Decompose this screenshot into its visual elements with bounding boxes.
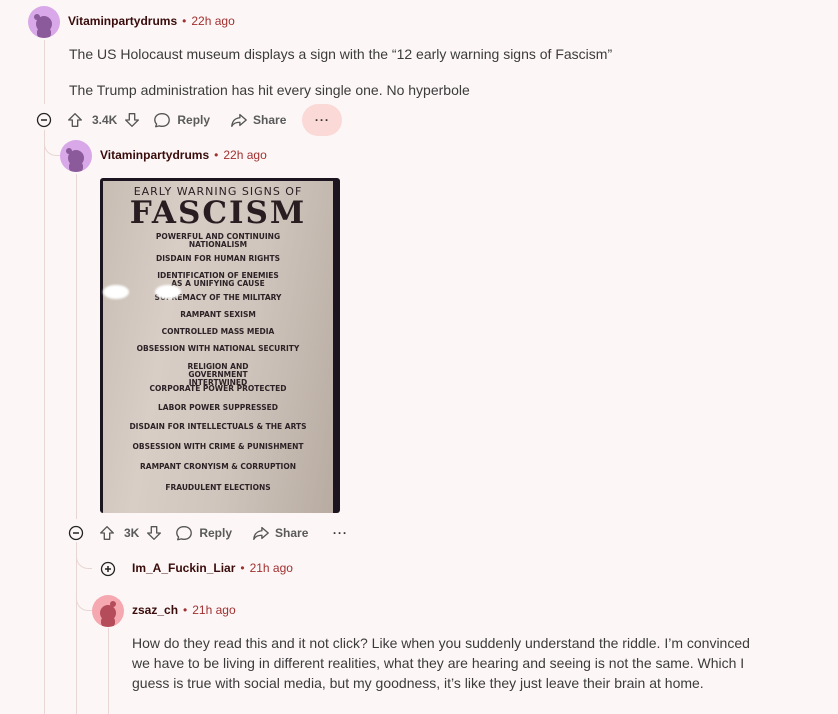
thread-connector <box>76 580 92 611</box>
sign-item: IDENTIFICATION OF ENEMIES AS A UNIFYING … <box>157 271 279 288</box>
timestamp[interactable]: 21h ago <box>250 561 293 575</box>
reply-icon <box>154 113 171 128</box>
timestamp[interactable]: 21h ago <box>192 603 235 617</box>
comment-paragraph: The Trump administration has hit every s… <box>69 82 470 98</box>
thread-line-level-2-continued <box>76 548 77 714</box>
sign-item: OBSESSION WITH NATIONAL SECURITY <box>136 344 300 353</box>
score: 3K <box>124 526 140 540</box>
thread-line-level-3 <box>108 628 109 714</box>
avatar[interactable] <box>92 595 124 627</box>
avatar[interactable] <box>28 6 60 38</box>
sign-item: RAMPANT CRONYISM & CORRUPTION <box>139 462 297 471</box>
comment-paragraph: The US Holocaust museum displays a sign … <box>69 46 613 62</box>
comment-actions: 3.4K Reply Share ··· <box>66 104 343 136</box>
collapse-button[interactable] <box>68 525 84 541</box>
light-glare <box>155 285 181 299</box>
collapse-button[interactable] <box>36 112 52 128</box>
upvote-button[interactable] <box>66 104 88 136</box>
upvote-icon <box>100 526 114 540</box>
light-glare <box>103 285 129 299</box>
timestamp[interactable]: 22h ago <box>223 148 266 162</box>
thread-line-level-1-continued <box>44 136 45 714</box>
collapse-icon <box>68 525 84 541</box>
sign-item: CORPORATE POWER PROTECTED <box>149 384 287 393</box>
sign-item: SUPREMACY OF THE MILITARY <box>154 293 282 302</box>
username[interactable]: Im_A_Fuckin_Liar <box>132 561 235 575</box>
reply-label: Reply <box>199 526 233 540</box>
comment-actions: 3K Reply Share ··· <box>98 517 360 549</box>
reply-button[interactable]: Reply <box>175 517 232 549</box>
sign-item: DISDAIN FOR INTELLECTUALS & THE ARTS <box>129 422 307 431</box>
sign-list: POWERFUL AND CONTINUING NATIONALISM DISD… <box>103 233 333 502</box>
timestamp[interactable]: 22h ago <box>191 14 234 28</box>
share-button[interactable]: Share <box>230 104 286 136</box>
sign-item: LABOR POWER SUPPRESSED <box>158 403 278 412</box>
sign-item: CONTROLLED MASS MEDIA <box>161 327 275 336</box>
username[interactable]: Vitaminpartydrums <box>68 14 177 28</box>
sign-item: DISDAIN FOR HUMAN RIGHTS <box>155 254 281 263</box>
sign-item: POWERFUL AND CONTINUING NATIONALISM <box>155 232 281 249</box>
expand-icon <box>100 561 116 577</box>
snoo-avatar-icon <box>60 140 92 172</box>
comment-image[interactable]: EARLY WARNING SIGNS OF FASCISM POWERFUL … <box>100 178 340 513</box>
more-icon: ··· <box>314 113 330 127</box>
score: 3.4K <box>92 113 118 127</box>
thread-line-level-2 <box>76 174 77 519</box>
separator-dot: • <box>182 14 187 28</box>
comment-meta: Im_A_Fuckin_Liar • 21h ago <box>132 561 293 575</box>
comment-meta: Vitaminpartydrums • 22h ago <box>68 14 235 28</box>
reply-button[interactable]: Reply <box>153 104 210 136</box>
downvote-button[interactable] <box>123 104 145 136</box>
thread-line-level-1 <box>44 40 45 104</box>
snoo-avatar-icon <box>28 6 60 38</box>
upvote-icon <box>68 113 82 127</box>
thread-connector <box>76 542 92 569</box>
share-button[interactable]: Share <box>252 517 308 549</box>
collapse-icon <box>36 112 52 128</box>
downvote-button[interactable] <box>145 517 167 549</box>
snoo-avatar-icon <box>92 595 124 627</box>
reply-label: Reply <box>177 113 211 127</box>
comment-meta: zsaz_ch • 21h ago <box>132 603 236 617</box>
comment-text: How do they read this and it not click? … <box>132 635 750 691</box>
share-icon <box>231 113 247 127</box>
thread-connector <box>44 130 60 156</box>
upvote-button[interactable] <box>98 517 120 549</box>
separator-dot: • <box>183 603 188 617</box>
sign-item: RAMPANT SEXISM <box>180 310 256 319</box>
more-options-button[interactable]: ··· <box>302 104 343 136</box>
sign-item: OBSESSION WITH CRIME & PUNISHMENT <box>132 442 304 451</box>
separator-dot: • <box>240 561 245 575</box>
more-icon: ··· <box>332 526 348 540</box>
username[interactable]: zsaz_ch <box>132 603 178 617</box>
downvote-icon <box>147 526 162 540</box>
share-icon <box>253 526 269 540</box>
share-label: Share <box>253 113 287 127</box>
sign-heading-big: FASCISM <box>129 195 307 231</box>
downvote-icon <box>125 113 140 127</box>
comment-meta: Vitaminpartydrums • 22h ago <box>100 148 267 162</box>
sign-item: RELIGION AND GOVERNMENT INTERTWINED <box>187 362 249 387</box>
sign-photo: EARLY WARNING SIGNS OF FASCISM POWERFUL … <box>103 181 333 513</box>
sign-item: FRAUDULENT ELECTIONS <box>165 483 271 492</box>
more-options-button[interactable]: ··· <box>320 517 360 549</box>
reply-icon <box>176 526 193 541</box>
share-label: Share <box>275 526 309 540</box>
username[interactable]: Vitaminpartydrums <box>100 148 209 162</box>
separator-dot: • <box>214 148 219 162</box>
expand-button[interactable] <box>100 561 116 577</box>
avatar[interactable] <box>60 140 92 172</box>
